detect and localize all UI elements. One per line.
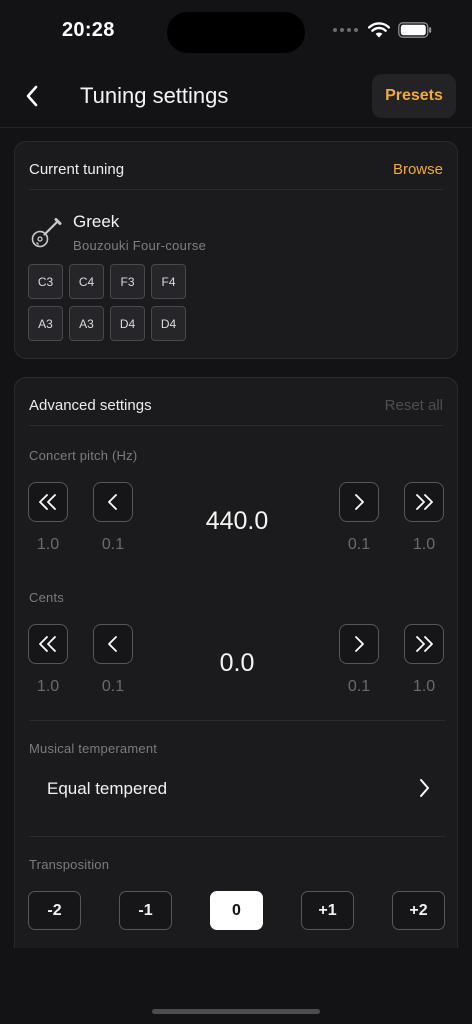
string-notes-grid: C3 C4 F3 F4 A3 A3 D4 D4 (28, 264, 186, 341)
step-label: 0.1 (101, 678, 125, 695)
cents-label: Cents (29, 590, 64, 605)
string-note-chip[interactable]: D4 (110, 306, 145, 341)
status-time: 20:28 (62, 19, 115, 41)
transposition-option-plus-1[interactable]: +1 (301, 891, 354, 930)
concert-pitch-value: 440.0 (205, 507, 269, 535)
chevron-right-icon (420, 779, 429, 797)
reset-all-button[interactable]: Reset all (385, 397, 443, 414)
transposition-option-minus-2[interactable]: -2 (28, 891, 81, 930)
string-note-chip[interactable]: F4 (151, 264, 186, 299)
current-tuning-card: Current tuning Browse Greek Bouzouki Fou… (14, 141, 458, 359)
page-title: Tuning settings (80, 83, 229, 108)
step-label: 0.1 (347, 536, 371, 553)
temperament-value: Equal tempered (47, 779, 168, 798)
string-note-chip[interactable]: C4 (69, 264, 104, 299)
cents-value: 0.0 (219, 649, 255, 677)
temperament-label: Musical temperament (29, 741, 158, 756)
string-note-chip[interactable]: C3 (28, 264, 63, 299)
instrument-name: Greek (73, 212, 120, 231)
step-label: 1.0 (412, 536, 436, 553)
step-label: 1.0 (36, 536, 60, 553)
navigation-bar: Tuning settings Presets (0, 64, 472, 128)
concert-pitch-label: Concert pitch (Hz) (29, 448, 138, 463)
step-label: 0.1 (101, 536, 125, 553)
advanced-settings-header: Advanced settings Reset all (29, 378, 443, 426)
transposition-label: Transposition (29, 857, 110, 872)
dynamic-island (167, 12, 305, 53)
transposition-option-plus-2[interactable]: +2 (392, 891, 445, 930)
divider (29, 720, 445, 721)
step-label: 1.0 (412, 678, 436, 695)
string-note-chip[interactable]: A3 (69, 306, 104, 341)
home-indicator[interactable] (152, 1009, 320, 1014)
string-note-chip[interactable]: A3 (28, 306, 63, 341)
transposition-option-minus-1[interactable]: -1 (119, 891, 172, 930)
advanced-settings-title: Advanced settings (29, 397, 152, 414)
status-bar: 20:28 (0, 0, 472, 64)
current-tuning-header: Current tuning Browse (29, 142, 443, 190)
temperament-selector[interactable]: Equal tempered (29, 765, 445, 813)
advanced-settings-card: Advanced settings Reset all Concert pitc… (14, 377, 458, 977)
bouzouki-icon (31, 218, 62, 248)
chevron-left-icon (26, 85, 38, 107)
presets-button[interactable]: Presets (372, 74, 456, 118)
string-note-chip[interactable]: F3 (110, 264, 145, 299)
current-tuning-title: Current tuning (29, 161, 125, 178)
wifi-icon (368, 22, 390, 38)
step-label: 0.1 (347, 678, 371, 695)
tuning-settings-screen: 20:28 Tuning settings Presets Current tu… (0, 0, 472, 1024)
status-icons (333, 22, 432, 38)
battery-icon (398, 22, 432, 38)
back-button[interactable] (16, 80, 48, 112)
string-note-chip[interactable]: D4 (151, 306, 186, 341)
divider (29, 836, 445, 837)
transposition-option-0[interactable]: 0 (210, 891, 263, 930)
browse-button[interactable]: Browse (393, 161, 443, 178)
step-label: 1.0 (36, 678, 60, 695)
instrument-subtitle: Bouzouki Four-course (73, 238, 207, 253)
cellular-signal-icon (333, 28, 358, 32)
